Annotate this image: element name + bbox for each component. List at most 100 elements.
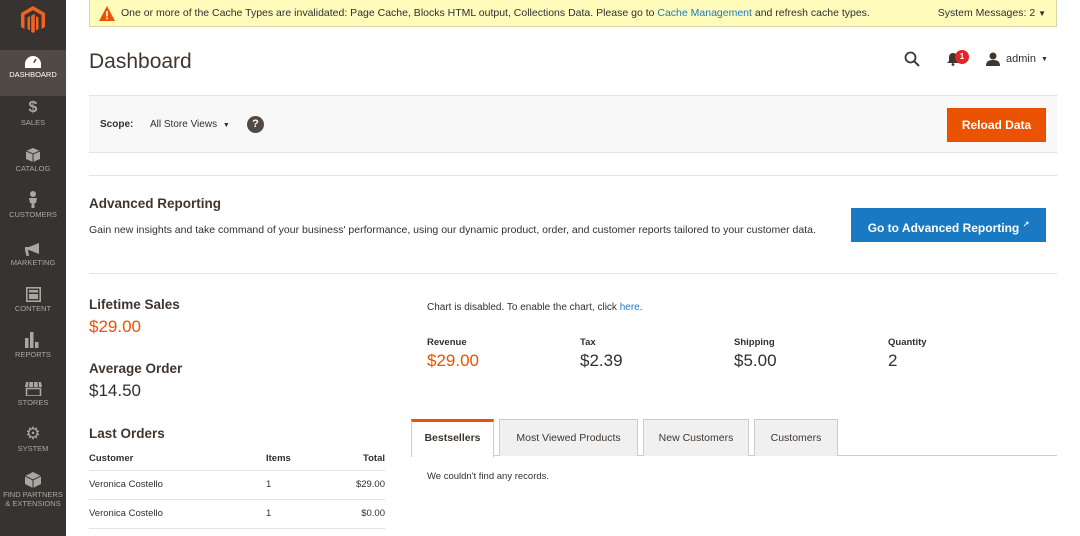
note-end: .: [639, 302, 643, 313]
total-label: Revenue: [427, 337, 467, 348]
tab-new-customers[interactable]: New Customers: [643, 419, 749, 456]
system-message-text: One or more of the Cache Types are inval…: [121, 0, 870, 26]
page-title: Dashboard: [89, 50, 192, 73]
chevron-down-icon: ▼: [222, 122, 230, 129]
external-link-icon: ↗: [1022, 220, 1030, 229]
total-quantity: Quantity 2: [888, 337, 927, 371]
enable-chart-link[interactable]: here: [620, 302, 640, 313]
nav-label: REPORTS: [14, 350, 52, 359]
notification-badge: 1: [955, 50, 969, 64]
divider: [89, 273, 1057, 274]
nav-label: CATALOG: [15, 164, 51, 173]
tab-customers[interactable]: Customers: [754, 419, 838, 456]
system-messages-dropdown[interactable]: System Messages: 2 ▼: [938, 0, 1046, 27]
cache-management-link[interactable]: Cache Management: [657, 7, 752, 19]
total-label: Shipping: [734, 337, 775, 348]
total-label: Tax: [580, 337, 596, 348]
column-header-items: Items: [266, 448, 336, 471]
nav-item-catalog[interactable]: CATALOG: [0, 144, 66, 190]
order-items: 1: [266, 470, 336, 500]
nav-label: FIND PARTNERS: [3, 490, 63, 499]
lifetime-sales-label: Lifetime Sales: [89, 297, 180, 312]
chart-disabled-note: Chart is disabled. To enable the chart, …: [427, 302, 643, 313]
tab-empty-message: We couldn't find any records.: [427, 471, 550, 482]
total-shipping: Shipping $5.00: [734, 337, 777, 371]
nav-label: CONTENT: [14, 304, 52, 313]
nav-item-customers[interactable]: CUSTOMERS: [0, 190, 66, 236]
admin-username: admin: [1006, 53, 1036, 65]
column-header-total: Total: [336, 448, 385, 471]
order-items: 1: [266, 499, 336, 529]
column-header-customer: Customer: [89, 448, 266, 471]
go-to-advanced-reporting-button[interactable]: Go to Advanced Reporting ↗: [851, 208, 1046, 242]
chevron-down-icon: ▼: [1038, 9, 1046, 18]
layout-icon: [0, 284, 66, 304]
last-orders-table: Customer Items Total Veronica Costello 1…: [89, 448, 385, 529]
order-total: $29.00: [336, 470, 385, 500]
tab-bestsellers[interactable]: Bestsellers: [411, 419, 494, 457]
nav-item-find-partners[interactable]: FIND PARTNERS & EXTENSIONS: [0, 470, 66, 522]
nav-item-stores[interactable]: STORES: [0, 378, 66, 424]
table-header-row: Customer Items Total: [89, 448, 385, 471]
average-order-label: Average Order: [89, 361, 183, 376]
divider: [89, 175, 1057, 176]
admin-user-menu[interactable]: admin ▼: [986, 52, 1048, 66]
nav-item-content[interactable]: CONTENT: [0, 284, 66, 330]
nav-label: & EXTENSIONS: [5, 499, 61, 508]
advanced-reporting-description: Gain new insights and take command of yo…: [89, 224, 816, 236]
total-value: $29.00: [427, 351, 479, 370]
scope-label: Scope:: [100, 119, 134, 130]
search-icon[interactable]: [904, 51, 920, 70]
nav-item-reports[interactable]: REPORTS: [0, 330, 66, 376]
nav-item-marketing[interactable]: MARKETING: [0, 238, 66, 284]
user-icon: [986, 52, 1000, 66]
dashboard-icon: [0, 50, 66, 70]
scope-switcher[interactable]: All Store Views ▼: [150, 119, 230, 130]
average-order-value: $14.50: [89, 381, 141, 400]
order-total: $0.00: [336, 499, 385, 529]
table-row[interactable]: Veronica Costello 1 $0.00: [89, 499, 385, 529]
warning-icon: [99, 5, 115, 31]
total-tax: Tax $2.39: [580, 337, 623, 371]
nav-label: STORES: [17, 398, 49, 407]
nav-label: SALES: [20, 118, 46, 127]
store-scope-bar: Scope: All Store Views ▼ ? Reload Data: [89, 95, 1057, 153]
gear-icon: ⚙: [25, 424, 41, 443]
storefront-icon: [0, 378, 66, 398]
nav-item-system[interactable]: ⚙ SYSTEM: [0, 424, 66, 470]
system-messages-count: System Messages: 2: [937, 7, 1036, 19]
system-message-bar: One or more of the Cache Types are inval…: [89, 0, 1057, 27]
total-label: Quantity: [888, 337, 927, 348]
megaphone-icon: [0, 238, 66, 258]
chevron-down-icon: ▼: [1040, 55, 1048, 63]
total-revenue: Revenue $29.00: [427, 337, 479, 371]
box-icon: [0, 144, 66, 164]
total-value: $2.39: [580, 351, 623, 370]
nav-item-dashboard[interactable]: DASHBOARD: [0, 50, 66, 96]
bar-chart-icon: [0, 330, 66, 350]
advanced-reporting-title: Advanced Reporting: [89, 196, 222, 211]
message-text: One or more of the Cache Types are inval…: [121, 7, 658, 19]
order-customer: Veronica Costello: [89, 499, 266, 529]
total-value: $5.00: [734, 351, 777, 370]
scope-value: All Store Views: [150, 119, 218, 130]
nav-label: DASHBOARD: [9, 70, 57, 79]
total-value: 2: [888, 351, 898, 370]
message-text-end: and refresh cache types.: [751, 7, 870, 19]
help-icon[interactable]: ?: [247, 116, 264, 133]
last-orders-title: Last Orders: [89, 426, 165, 441]
extensions-icon: [0, 470, 66, 490]
table-row[interactable]: Veronica Costello 1 $29.00: [89, 470, 385, 500]
button-label: Go to Advanced Reporting: [867, 221, 1020, 235]
nav-label: CUSTOMERS: [9, 210, 57, 219]
person-icon: [0, 190, 66, 210]
magento-logo-icon[interactable]: [0, 0, 66, 40]
reload-data-button[interactable]: Reload Data: [947, 108, 1046, 142]
tab-most-viewed-products[interactable]: Most Viewed Products: [499, 419, 638, 456]
nav-item-sales[interactable]: $ SALES: [0, 98, 66, 144]
lifetime-sales-value: $29.00: [89, 317, 141, 336]
nav-label: SYSTEM: [17, 444, 49, 453]
admin-sidebar: DASHBOARD $ SALES CATALOG CUSTOMERS MARK…: [0, 0, 66, 536]
nav-label: MARKETING: [10, 258, 56, 267]
dollar-icon: $: [28, 99, 38, 116]
